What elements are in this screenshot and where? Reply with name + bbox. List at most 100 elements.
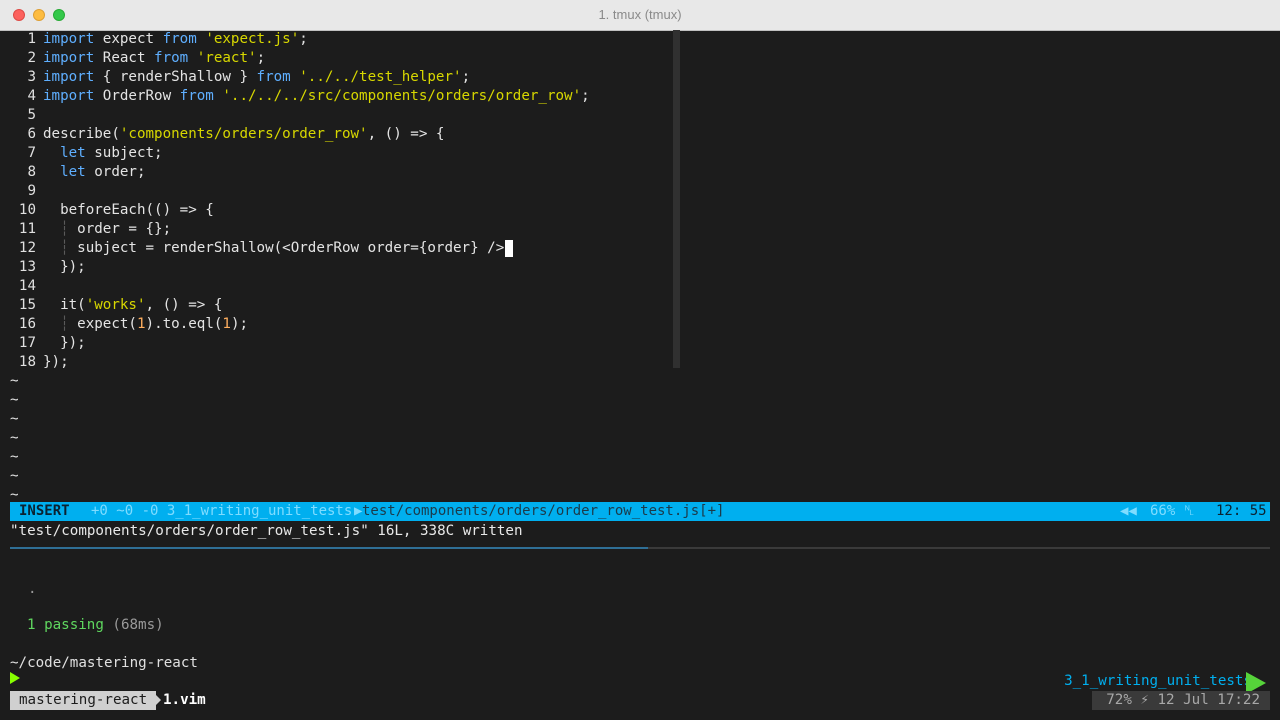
vim-command-line: "test/components/orders/order_row_test.j… xyxy=(10,523,523,539)
keyword-token: import xyxy=(43,88,95,104)
line-number: 7 xyxy=(27,145,36,161)
test-result: 1 passing (68ms) xyxy=(27,616,164,635)
code-text: import React from 'react'; xyxy=(43,49,265,68)
keyword-token: import xyxy=(43,69,95,85)
line-number: 9 xyxy=(27,183,36,199)
code-token: }); xyxy=(43,354,69,370)
code-token: OrderRow xyxy=(94,88,180,104)
string-token: '../../../src/components/orders/order_ro… xyxy=(222,88,582,104)
cursor-position: 12: 55 xyxy=(1216,503,1267,519)
code-token: React xyxy=(94,50,155,66)
indent-guide: ┆ xyxy=(60,316,69,332)
tilde-marker: ~ xyxy=(10,392,19,408)
passing-time: (68ms) xyxy=(103,617,164,633)
git-status: +0 ~0 -0 3_1_writing_unit_tests xyxy=(91,503,353,519)
code-token: ; xyxy=(256,50,266,66)
code-text: }); xyxy=(43,258,86,277)
code-token: describe( xyxy=(43,126,120,142)
code-text: }); xyxy=(43,334,86,353)
code-token: expect( xyxy=(68,316,137,332)
file-path: test/components/orders/order_row_test.js… xyxy=(362,503,725,519)
tmux-right-status: 72% ⚡ 12 Jul 17:22 xyxy=(1092,691,1270,710)
line-number: 18 xyxy=(18,354,36,370)
indent-guide: ┆ xyxy=(60,221,69,237)
line-number: 3 xyxy=(27,69,36,85)
color-column-marker xyxy=(673,30,680,368)
string-token: '../../test_helper' xyxy=(299,69,462,85)
keyword-token: import xyxy=(43,31,95,47)
code-token: order = {}; xyxy=(68,221,172,237)
mode-indicator: INSERT xyxy=(10,502,88,521)
tmux-git-branch: 3_1_writing_unit_tests xyxy=(1064,673,1252,689)
keyword-token: let xyxy=(60,164,86,180)
keyword-token: from xyxy=(162,31,197,47)
line-number: 15 xyxy=(18,297,36,313)
test-progress-dot: . xyxy=(28,581,37,597)
keyword-token: from xyxy=(154,50,189,66)
code-token: }); xyxy=(43,335,86,351)
code-text: ┆ subject = renderShallow(<OrderRow orde… xyxy=(43,239,514,258)
scroll-percent: 66% ␤ xyxy=(1150,503,1195,519)
code-token: ; xyxy=(299,31,308,47)
code-token: subject; xyxy=(85,145,163,161)
code-token: { renderShallow } xyxy=(94,69,257,85)
code-token: ; xyxy=(581,88,590,104)
tilde-marker: ~ xyxy=(10,468,19,484)
tilde-marker: ~ xyxy=(10,411,19,427)
vim-statusline: INSERT +0 ~0 -0 3_1_writing_unit_tests ▶… xyxy=(10,502,1270,521)
number-token: 1 xyxy=(136,316,146,332)
text-cursor xyxy=(505,239,514,257)
separator-left-arrow-icon: ◀◀ xyxy=(1120,503,1137,519)
code-text: let order; xyxy=(43,163,145,182)
line-number: 5 xyxy=(27,107,36,123)
tmux-session-name[interactable]: mastering-react xyxy=(10,691,157,710)
line-number: 16 xyxy=(18,316,36,332)
keyword-token: let xyxy=(60,145,86,161)
line-number: 17 xyxy=(18,335,36,351)
terminal-window: 1. tmux (tmux) 1 import expect from 'expe… xyxy=(0,0,1280,720)
indent-guide: ┆ xyxy=(60,240,69,256)
code-token: expect xyxy=(94,31,163,47)
code-token: ); xyxy=(230,316,249,332)
line-number: 14 xyxy=(18,278,36,294)
code-text: import expect from 'expect.js'; xyxy=(43,30,308,49)
code-token: , () => { xyxy=(145,297,223,313)
title-bar: 1. tmux (tmux) xyxy=(0,0,1280,31)
tmux-window-tab[interactable]: 1.vim xyxy=(163,691,206,710)
tilde-marker: ~ xyxy=(10,373,19,389)
line-number: 6 xyxy=(27,126,36,142)
number-token: 1 xyxy=(222,316,231,332)
code-token: it( xyxy=(43,297,86,313)
keyword-token: from xyxy=(179,88,214,104)
tmux-status-bar: mastering-react 1.vim 72% ⚡ 12 Jul 17:22 xyxy=(10,691,1270,710)
code-text: ┆ expect(1).to.eql(1); xyxy=(43,315,248,334)
code-token: , () => { xyxy=(367,126,445,142)
code-token: subject = renderShallow(<OrderRow order=… xyxy=(68,240,505,256)
line-number: 2 xyxy=(27,50,36,66)
code-text: import OrderRow from '../../../src/compo… xyxy=(43,87,590,106)
keyword-token: import xyxy=(43,50,95,66)
line-number: 12 xyxy=(18,240,36,256)
line-number: 8 xyxy=(27,164,36,180)
code-token: ).to.eql( xyxy=(145,316,223,332)
line-number: 10 xyxy=(18,202,36,218)
code-text: ┆ order = {}; xyxy=(43,220,171,239)
window-title: 1. tmux (tmux) xyxy=(598,7,682,22)
code-text: beforeEach(() => { xyxy=(43,201,214,220)
code-token: }); xyxy=(43,259,86,275)
string-token: 'components/orders/order_row' xyxy=(119,126,368,142)
tilde-marker: ~ xyxy=(10,430,19,446)
tilde-marker: ~ xyxy=(10,449,19,465)
code-token: ; xyxy=(461,69,471,85)
active-pane-indicator xyxy=(10,547,648,549)
string-token: 'works' xyxy=(85,297,146,313)
prompt-arrow-icon xyxy=(10,672,20,684)
code-text: let subject; xyxy=(43,144,163,163)
shell-cwd: ~/code/mastering-react xyxy=(10,655,198,671)
